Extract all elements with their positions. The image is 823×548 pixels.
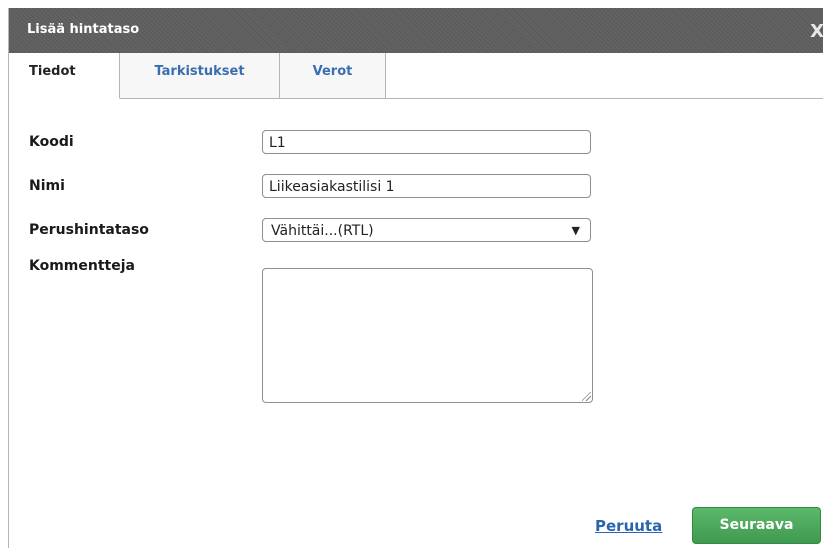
add-price-level-dialog: Lisää hintataso X Tiedot Tarkistukset Ve… (8, 8, 823, 548)
cancel-link[interactable]: Peruuta (595, 517, 662, 535)
chevron-down-icon: ▼ (571, 224, 580, 237)
tab-verot[interactable]: Verot (280, 53, 386, 99)
nimi-label: Nimi (29, 178, 65, 194)
kommentteja-textarea[interactable] (262, 268, 593, 403)
dialog-title: Lisää hintataso (27, 22, 140, 37)
nimi-field[interactable]: Liikeasiakastilisi 1 (262, 174, 591, 198)
next-button[interactable]: Seuraava (692, 507, 821, 544)
dialog-titlebar: Lisää hintataso X (9, 8, 823, 53)
tab-bar: Tiedot Tarkistukset Verot (9, 53, 823, 99)
koodi-label: Koodi (29, 134, 74, 150)
tab-tiedot[interactable]: Tiedot (9, 53, 120, 99)
close-icon[interactable]: X (810, 21, 823, 42)
perushintataso-label: Perushintataso (29, 222, 149, 238)
resize-handle-icon[interactable] (582, 392, 591, 401)
perushintataso-select[interactable]: Vähittäi...(RTL) ▼ (262, 218, 591, 242)
koodi-field[interactable]: L1 (262, 130, 591, 154)
tab-tarkistukset[interactable]: Tarkistukset (120, 53, 280, 99)
kommentteja-label: Kommentteja (29, 258, 135, 274)
perushintataso-selected-value: Vähittäi...(RTL) (271, 223, 374, 239)
